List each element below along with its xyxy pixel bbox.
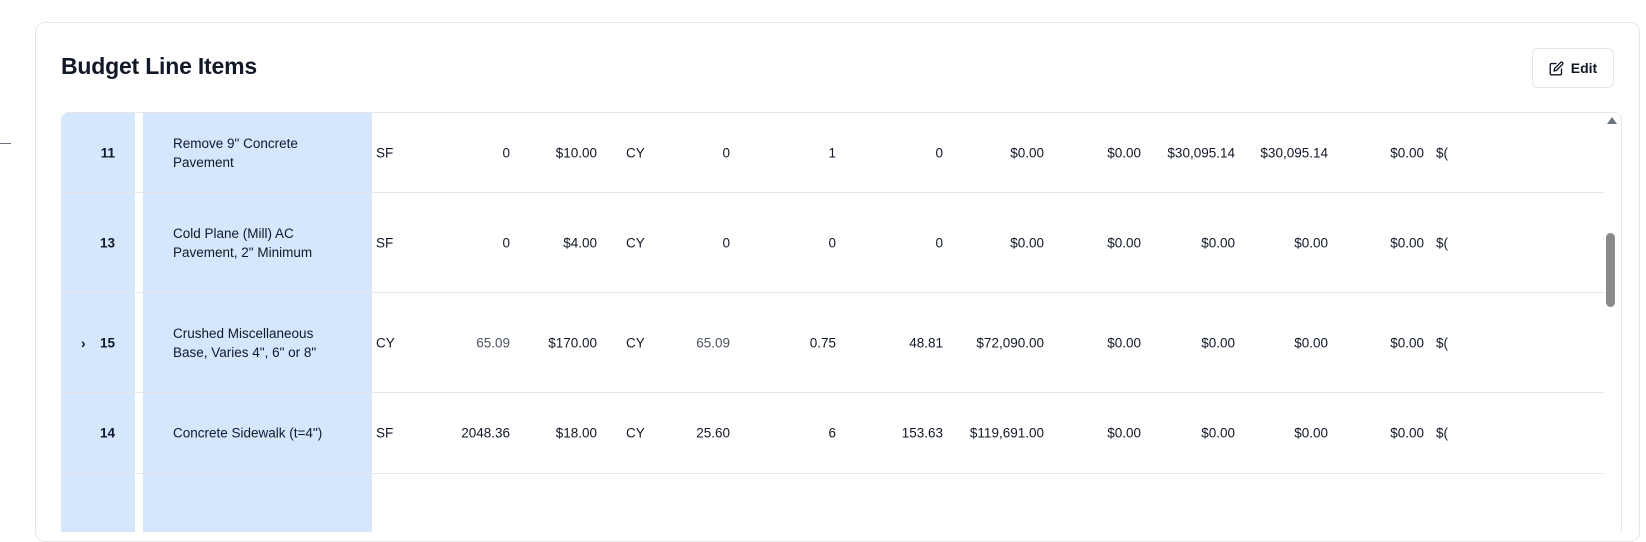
description-cell: Remove 9" Concrete Pavement bbox=[143, 113, 372, 192]
cost-cell-4: $0.00 bbox=[1390, 235, 1424, 250]
row-number: 14 bbox=[99, 425, 115, 441]
edit-icon bbox=[1549, 61, 1564, 76]
table-row[interactable]: 11 Remove 9" Concrete Pavement SF 0 $10.… bbox=[62, 113, 1604, 193]
row-number-cell: 11 bbox=[62, 113, 135, 192]
card-title: Budget Line Items bbox=[61, 53, 257, 79]
cost-cell-3: $0.00 bbox=[1294, 335, 1328, 350]
cost-cell-2: $0.00 bbox=[1201, 335, 1235, 350]
table-row[interactable]: 13 Cold Plane (Mill) AC Pavement, 2" Min… bbox=[62, 193, 1604, 293]
conversion-unit-cell: CY bbox=[626, 235, 645, 250]
unit-cell: SF bbox=[376, 425, 394, 441]
cost-cell-3: $30,095.14 bbox=[1260, 145, 1328, 160]
cost-cell-4: $0.00 bbox=[1390, 145, 1424, 160]
factor-cell: 0.75 bbox=[809, 335, 836, 350]
row-number-cell: 14 bbox=[62, 393, 135, 473]
factor-cell: 0 bbox=[828, 235, 836, 250]
row-number: 11 bbox=[100, 145, 115, 160]
cost-cell-5-clipped: $( bbox=[1436, 235, 1449, 250]
amount-cell: $72,090.00 bbox=[976, 335, 1044, 350]
cost-cell-5-clipped: $( bbox=[1436, 335, 1449, 350]
conversion-unit-cell: CY bbox=[626, 335, 645, 350]
table-row[interactable]: › 15 Crushed Miscellaneous Base, Varies … bbox=[62, 293, 1604, 393]
row-number: 13 bbox=[99, 235, 115, 250]
cost-cell-2: $0.00 bbox=[1201, 425, 1235, 441]
total-quantity-cell: 153.63 bbox=[901, 425, 943, 441]
unit-cell: CY bbox=[376, 335, 395, 350]
total-quantity-cell: 48.81 bbox=[909, 335, 943, 350]
cost-cell-4: $0.00 bbox=[1390, 425, 1424, 441]
unit-price-cell: $18.00 bbox=[555, 425, 597, 441]
cost-cell-1: $0.00 bbox=[1107, 235, 1141, 250]
unit-price-cell: $4.00 bbox=[563, 235, 597, 250]
amount-cell: $0.00 bbox=[1010, 235, 1044, 250]
factor-cell: 1 bbox=[828, 145, 836, 160]
edit-button[interactable]: Edit bbox=[1532, 48, 1614, 88]
unit-price-cell: $170.00 bbox=[548, 335, 597, 350]
cost-cell-1: $0.00 bbox=[1107, 145, 1141, 160]
scrollbar-thumb[interactable] bbox=[1606, 233, 1615, 307]
vertical-scrollbar[interactable] bbox=[1604, 113, 1621, 532]
description-cell bbox=[143, 474, 372, 532]
factor-cell: 6 bbox=[828, 425, 836, 441]
converted-quantity-cell: 25.60 bbox=[696, 425, 730, 441]
caret-up-icon[interactable] bbox=[1607, 117, 1617, 124]
line-items-table: 11 Remove 9" Concrete Pavement SF 0 $10.… bbox=[61, 112, 1622, 532]
converted-quantity-cell: 0 bbox=[722, 145, 730, 160]
conversion-unit-cell: CY bbox=[626, 145, 645, 160]
amount-cell: $0.00 bbox=[1010, 145, 1044, 160]
unit-cell: SF bbox=[376, 145, 394, 160]
row-number-cell bbox=[62, 474, 135, 532]
total-quantity-cell: 0 bbox=[935, 145, 943, 160]
row-number-cell: 13 bbox=[62, 193, 135, 292]
cost-cell-4: $0.00 bbox=[1390, 335, 1424, 350]
unit-cell: SF bbox=[376, 235, 394, 250]
table-row[interactable] bbox=[62, 474, 1604, 532]
description-cell: Crushed Miscellaneous Base, Varies 4", 6… bbox=[143, 293, 372, 392]
quantity-cell: 2048.36 bbox=[461, 425, 510, 441]
quantity-cell: 65.09 bbox=[476, 335, 510, 350]
cost-cell-5-clipped: $( bbox=[1436, 425, 1449, 441]
chevron-right-icon[interactable]: › bbox=[81, 335, 86, 351]
amount-cell: $119,691.00 bbox=[969, 425, 1044, 441]
description-cell: Cold Plane (Mill) AC Pavement, 2" Minimu… bbox=[143, 193, 372, 292]
cost-cell-2: $0.00 bbox=[1201, 235, 1235, 250]
cost-cell-2: $30,095.14 bbox=[1167, 145, 1235, 160]
conversion-unit-cell: CY bbox=[626, 425, 645, 441]
cost-cell-3: $0.00 bbox=[1294, 235, 1328, 250]
item-description: Remove 9" Concrete Pavement bbox=[173, 135, 298, 170]
cost-cell-1: $0.00 bbox=[1107, 425, 1141, 441]
converted-quantity-cell: 0 bbox=[722, 235, 730, 250]
cost-cell-3: $0.00 bbox=[1294, 425, 1328, 441]
divider-dash bbox=[0, 143, 11, 144]
quantity-cell: 0 bbox=[502, 145, 510, 160]
cost-cell-1: $0.00 bbox=[1107, 335, 1141, 350]
edit-button-label: Edit bbox=[1570, 60, 1598, 76]
budget-line-items-card: Budget Line Items Edit 11 Remove 9" Conc… bbox=[35, 22, 1640, 542]
total-quantity-cell: 0 bbox=[935, 235, 943, 250]
cost-cell-5-clipped: $( bbox=[1436, 145, 1449, 160]
row-number-cell: › 15 bbox=[62, 293, 135, 392]
row-number: 15 bbox=[99, 335, 115, 350]
table-row[interactable]: 14 Concrete Sidewalk (t=4") SF 2048.36 $… bbox=[62, 393, 1604, 474]
item-description: Concrete Sidewalk (t=4") bbox=[173, 425, 323, 441]
unit-price-cell: $10.00 bbox=[555, 145, 597, 160]
description-cell: Concrete Sidewalk (t=4") bbox=[143, 393, 372, 473]
item-description: Cold Plane (Mill) AC Pavement, 2" Minimu… bbox=[173, 225, 313, 260]
quantity-cell: 0 bbox=[502, 235, 510, 250]
item-description: Crushed Miscellaneous Base, Varies 4", 6… bbox=[173, 325, 317, 360]
converted-quantity-cell: 65.09 bbox=[696, 335, 730, 350]
